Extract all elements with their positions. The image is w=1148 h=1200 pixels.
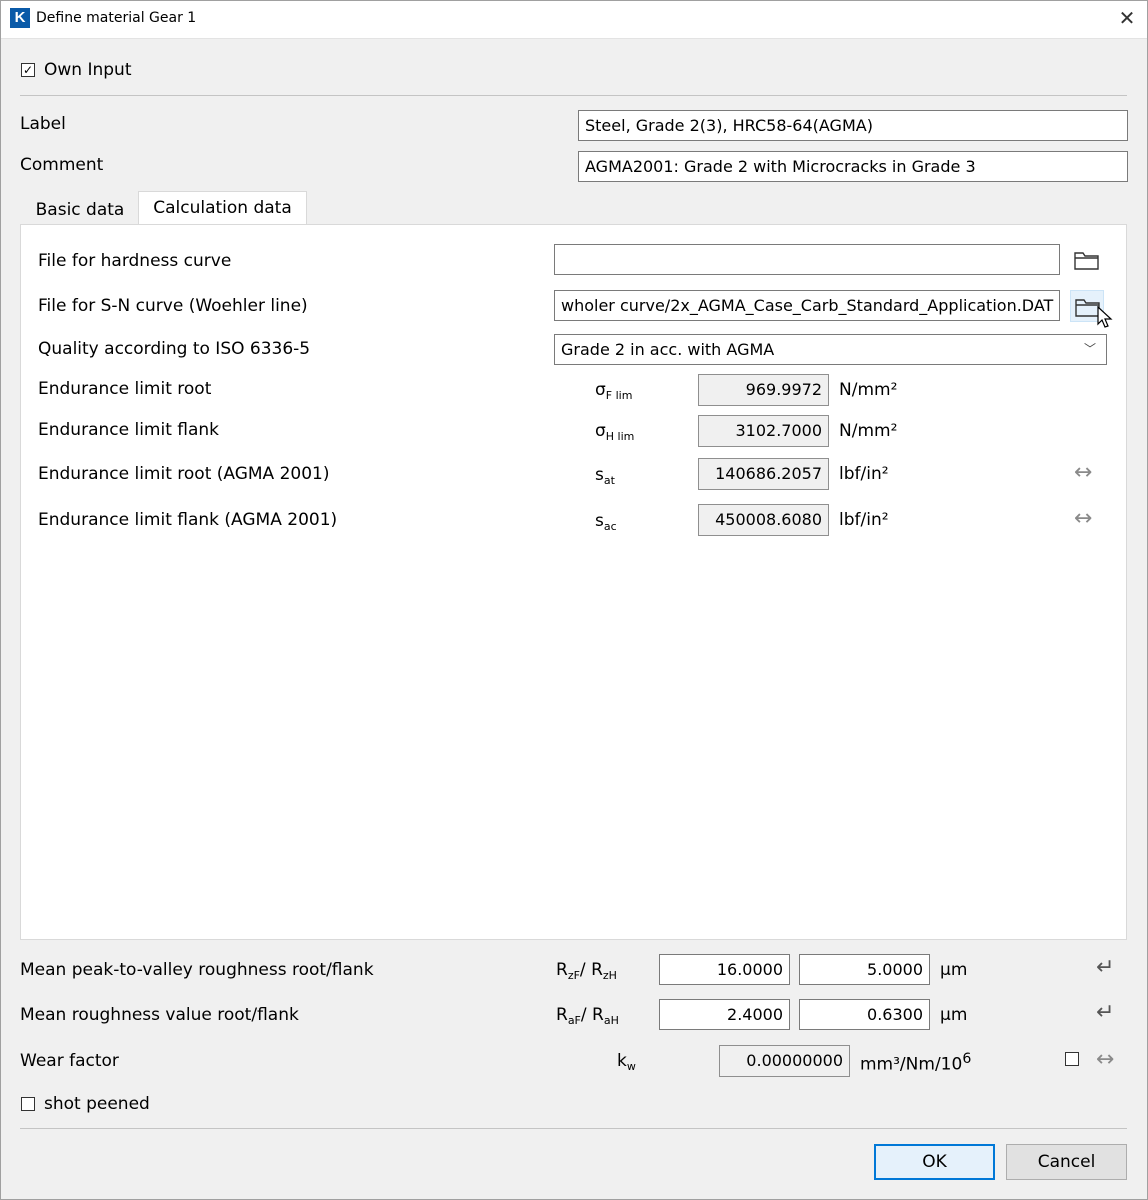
chevron-down-icon: ﹀ bbox=[1083, 342, 1096, 356]
ok-button[interactable]: OK bbox=[874, 1144, 995, 1180]
mean-roughness-root-input[interactable]: 2.4000 bbox=[659, 999, 790, 1030]
peak-roughness-unit: μm bbox=[940, 960, 968, 980]
mouse-cursor-icon bbox=[1097, 306, 1113, 328]
label-input[interactable]: Steel, Grade 2(3), HRC58-64(AGMA) bbox=[578, 110, 1128, 141]
double-arrow-icon[interactable]: ↔ bbox=[1074, 460, 1092, 485]
endurance-flank-agma-symbol: sac bbox=[595, 511, 617, 533]
endurance-root-value: 969.9972 bbox=[698, 374, 829, 406]
app-logo-icon: K bbox=[10, 8, 30, 28]
mean-roughness-symbol: RaF/ RaH bbox=[556, 1005, 619, 1027]
own-input-checkbox[interactable]: ✓ bbox=[21, 63, 35, 77]
calculation-data-panel bbox=[20, 224, 1127, 940]
endurance-root-symbol: σF lim bbox=[595, 380, 633, 402]
peak-roughness-root-input[interactable]: 16.0000 bbox=[659, 954, 790, 985]
wear-factor-symbol: kw bbox=[617, 1051, 636, 1073]
cancel-button[interactable]: Cancel bbox=[1006, 1144, 1127, 1180]
window-title: Define material Gear 1 bbox=[36, 10, 197, 26]
folder-icon[interactable] bbox=[1070, 244, 1104, 276]
enter-icon[interactable]: ↵ bbox=[1096, 955, 1114, 980]
close-icon[interactable]: ✕ bbox=[1116, 6, 1138, 30]
mean-roughness-flank-input[interactable]: 0.6300 bbox=[799, 999, 930, 1030]
endurance-flank-symbol: σH lim bbox=[595, 421, 635, 443]
peak-roughness-flank-input[interactable]: 5.0000 bbox=[799, 954, 930, 985]
endurance-root-agma-unit: lbf/in² bbox=[839, 464, 889, 484]
peak-roughness-symbol: RzF/ RzH bbox=[556, 960, 617, 982]
endurance-root-agma-symbol: sat bbox=[595, 465, 615, 487]
title-bar: K Define material Gear 1 ✕ bbox=[0, 0, 1148, 39]
endurance-flank-value: 3102.7000 bbox=[698, 415, 829, 447]
wear-factor-value: 0.00000000 bbox=[719, 1045, 850, 1077]
hardness-curve-input[interactable] bbox=[554, 244, 1060, 275]
endurance-flank-agma-label: Endurance limit flank (AGMA 2001) bbox=[38, 510, 338, 530]
mean-roughness-label: Mean roughness value root/flank bbox=[20, 1005, 299, 1025]
wear-factor-label: Wear factor bbox=[20, 1051, 119, 1071]
wear-factor-checkbox[interactable] bbox=[1065, 1052, 1079, 1066]
endurance-flank-label: Endurance limit flank bbox=[38, 420, 220, 440]
tab-basic-data[interactable]: Basic data bbox=[24, 194, 136, 228]
endurance-root-agma-value: 140686.2057 bbox=[698, 458, 829, 490]
quality-selected-value: Grade 2 in acc. with AGMA bbox=[561, 340, 775, 359]
label-field-label: Label bbox=[20, 114, 66, 134]
double-arrow-icon[interactable]: ↔ bbox=[1074, 506, 1092, 531]
divider bbox=[20, 1128, 1127, 1129]
endurance-root-label: Endurance limit root bbox=[38, 379, 212, 399]
peak-roughness-label: Mean peak-to-valley roughness root/flank bbox=[20, 960, 374, 980]
endurance-root-agma-label: Endurance limit root (AGMA 2001) bbox=[38, 464, 330, 484]
endurance-flank-agma-unit: lbf/in² bbox=[839, 510, 889, 530]
divider bbox=[20, 95, 1127, 96]
enter-icon[interactable]: ↵ bbox=[1096, 1000, 1114, 1025]
comment-input[interactable]: AGMA2001: Grade 2 with Microcracks in Gr… bbox=[578, 151, 1128, 182]
mean-roughness-unit: μm bbox=[940, 1005, 968, 1025]
quality-label: Quality according to ISO 6336-5 bbox=[38, 339, 311, 359]
sn-curve-input[interactable]: wholer curve/2x_AGMA_Case_Carb_Standard_… bbox=[554, 290, 1060, 321]
hardness-curve-label: File for hardness curve bbox=[38, 251, 232, 271]
quality-select[interactable]: Grade 2 in acc. with AGMA ﹀ bbox=[554, 334, 1107, 365]
comment-field-label: Comment bbox=[20, 155, 104, 175]
endurance-flank-unit: N/mm² bbox=[839, 421, 898, 441]
double-arrow-icon[interactable]: ↔ bbox=[1096, 1047, 1114, 1072]
sn-curve-label: File for S-N curve (Woehler line) bbox=[38, 296, 308, 316]
shot-peened-checkbox[interactable] bbox=[21, 1097, 35, 1111]
wear-factor-unit: mm³/Nm/106 bbox=[860, 1051, 972, 1075]
shot-peened-label: shot peened bbox=[44, 1094, 150, 1114]
own-input-label: Own Input bbox=[44, 60, 132, 80]
tab-calculation-data[interactable]: Calculation data bbox=[138, 191, 307, 226]
endurance-root-unit: N/mm² bbox=[839, 380, 898, 400]
endurance-flank-agma-value: 450008.6080 bbox=[698, 504, 829, 536]
